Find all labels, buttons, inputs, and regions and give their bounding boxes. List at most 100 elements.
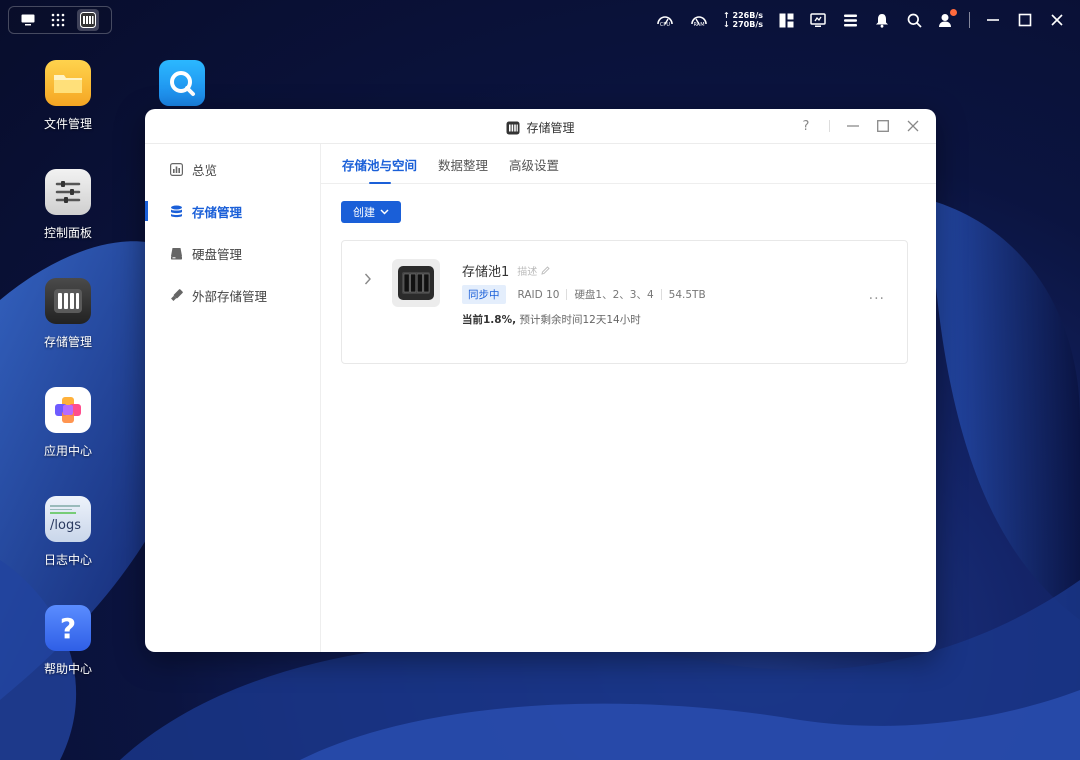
sliders-icon xyxy=(45,169,91,215)
monitor-button[interactable] xyxy=(809,11,827,29)
desktop-icon-label: 控制面板 xyxy=(43,226,92,240)
maximize-button[interactable] xyxy=(876,118,890,134)
tasks-button[interactable] xyxy=(841,11,859,29)
pool-device-image xyxy=(392,259,440,307)
create-button-label: 创建 xyxy=(353,206,375,219)
notifications-button[interactable] xyxy=(873,11,891,29)
cpu-gauge[interactable]: CPU xyxy=(655,13,675,28)
tab-advanced[interactable]: 高级设置 xyxy=(509,155,559,174)
ram-gauge[interactable]: RAM xyxy=(689,13,709,28)
taskbar-storage-app[interactable] xyxy=(77,9,99,31)
expand-button[interactable] xyxy=(364,273,372,289)
usb-drive-icon xyxy=(169,288,183,302)
progress-eta: 预计剩余时间12天14小时 xyxy=(519,314,641,326)
maximize-icon xyxy=(1018,13,1032,27)
sidebar-item-label: 总览 xyxy=(192,162,218,178)
storage-manager-window: 存储管理 ? 总览 存储管理 硬盘管理 外部存储管理 存储池与空间 数据整理 高… xyxy=(145,109,936,652)
meta-divider xyxy=(660,289,662,300)
close-button[interactable] xyxy=(906,118,920,134)
sidebar: 总览 存储管理 硬盘管理 外部存储管理 xyxy=(145,144,321,652)
window-title-text: 存储管理 xyxy=(526,121,575,135)
status-badge: 同步中 xyxy=(462,285,506,304)
storage-icon xyxy=(506,121,520,134)
chevron-right-icon xyxy=(364,273,371,285)
desktop-icon-control-panel[interactable]: 控制面板 xyxy=(28,169,108,241)
storage-icon xyxy=(45,278,91,324)
tray-divider xyxy=(969,12,970,28)
nas-device-icon xyxy=(398,266,434,300)
window-titlebar[interactable]: 存储管理 ? xyxy=(145,109,936,144)
logs-icon: /logs xyxy=(45,496,91,542)
meta-divider xyxy=(566,289,568,300)
log-line xyxy=(50,512,76,514)
pool-description-edit[interactable]: 描述 xyxy=(517,263,550,278)
minimize-icon xyxy=(847,125,859,127)
disk-icon xyxy=(169,246,183,260)
help-button[interactable]: ? xyxy=(799,118,813,134)
pencil-icon xyxy=(541,266,550,275)
desktop-icon-label: 应用中心 xyxy=(43,444,92,458)
main-content: 存储池与空间 数据整理 高级设置 创建 存储池1 描述 同步中 RAID 10 xyxy=(321,144,936,652)
desktop-icon-help[interactable]: ? 帮助中心 xyxy=(28,605,108,677)
top-bar: CPU RAM ↑ 226B/s ↓ 270B/s xyxy=(0,0,1080,40)
tab-bar: 存储池与空间 数据整理 高级设置 xyxy=(321,144,936,184)
upload-speed-value: 226B/s xyxy=(732,11,763,20)
storage-pool-card[interactable]: 存储池1 描述 同步中 RAID 10 硬盘1、2、3、4 54.5TB 当前1… xyxy=(341,240,908,364)
cpu-label: CPU xyxy=(659,21,671,28)
pool-name: 存储池1 xyxy=(462,265,510,280)
more-options-button[interactable]: ··· xyxy=(869,291,885,307)
tab-storage-pool[interactable]: 存储池与空间 xyxy=(342,155,417,184)
minimize-all-button[interactable] xyxy=(984,11,1002,29)
pool-description-label: 描述 xyxy=(517,267,538,278)
pool-disks: 硬盘1、2、3、4 xyxy=(574,289,654,301)
progress-percent: 当前1.8%, xyxy=(462,314,517,326)
sidebar-item-external[interactable]: 外部存储管理 xyxy=(145,277,321,313)
sidebar-item-disk[interactable]: 硬盘管理 xyxy=(145,235,321,271)
pool-meta-row: 同步中 RAID 10 硬盘1、2、3、4 54.5TB xyxy=(462,285,706,304)
desktop-icon-storage[interactable]: 存储管理 xyxy=(28,278,108,350)
grid-icon xyxy=(51,13,65,27)
bell-icon xyxy=(876,13,888,28)
desktop-icon-label: 存储管理 xyxy=(43,335,92,349)
download-speed-value: 270B/s xyxy=(732,20,763,29)
task-list-icon xyxy=(843,14,857,26)
desktop-icon-app-center[interactable]: 应用中心 xyxy=(28,387,108,459)
desktop-icon-label: 日志中心 xyxy=(43,553,92,567)
chevron-down-icon xyxy=(380,209,389,215)
sidebar-item-storage[interactable]: 存储管理 xyxy=(145,193,321,229)
sidebar-item-overview[interactable]: 总览 xyxy=(145,151,321,187)
tab-data-defrag[interactable]: 数据整理 xyxy=(438,155,488,174)
upload-speed: ↑ 226B/s xyxy=(723,11,763,20)
app-grid-button[interactable] xyxy=(47,9,69,31)
search-icon xyxy=(907,13,922,28)
monitor-icon xyxy=(810,12,826,27)
controls-divider xyxy=(829,120,830,132)
show-desktop-button[interactable] xyxy=(17,9,39,31)
storage-icon xyxy=(80,12,96,28)
close-icon xyxy=(1051,14,1063,26)
close-button[interactable] xyxy=(1048,11,1066,29)
widgets-button[interactable] xyxy=(777,11,795,29)
maximize-button[interactable] xyxy=(1016,11,1034,29)
network-speed[interactable]: ↑ 226B/s ↓ 270B/s xyxy=(723,11,763,29)
desktop-icon-label: 帮助中心 xyxy=(43,662,92,676)
user-button[interactable] xyxy=(937,9,957,29)
create-button[interactable]: 创建 xyxy=(341,201,401,223)
desktop-icon-file-manager[interactable]: 文件管理 xyxy=(28,60,108,132)
app-center-icon xyxy=(45,387,91,433)
system-tray: CPU RAM ↑ 226B/s ↓ 270B/s xyxy=(655,8,1066,32)
search-button[interactable] xyxy=(905,11,923,29)
download-speed: ↓ 270B/s xyxy=(723,20,763,29)
close-icon xyxy=(907,120,919,132)
taskbar-left xyxy=(8,6,112,34)
window-controls: ? xyxy=(799,118,920,134)
desktop-icon-label: 文件管理 xyxy=(43,117,92,131)
help-icon: ? xyxy=(45,605,91,651)
folder-icon xyxy=(45,60,91,106)
minimize-button[interactable] xyxy=(846,118,860,134)
overview-icon xyxy=(169,162,183,176)
notification-dot xyxy=(950,9,957,16)
desktop-icon-logs[interactable]: /logs 日志中心 xyxy=(28,496,108,568)
search-app-icon[interactable] xyxy=(159,60,205,106)
help-tile-text: ? xyxy=(59,611,77,645)
